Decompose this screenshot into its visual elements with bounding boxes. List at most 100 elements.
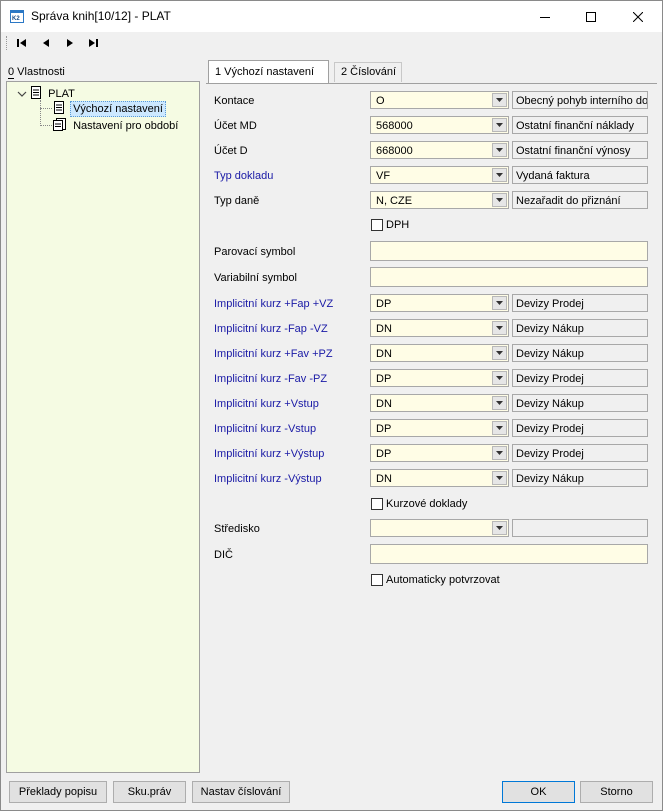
minimize-button[interactable] [522, 1, 568, 32]
preklady-popisu-button[interactable]: Překlady popisu [9, 781, 107, 803]
kurz-vstup-minus-combo[interactable]: DP [370, 419, 509, 437]
kurz-vystup-plus-combo[interactable]: DP [370, 444, 509, 462]
dic-input[interactable] [370, 544, 648, 564]
minimize-icon [540, 16, 550, 18]
dropdown-arrow-icon[interactable] [492, 371, 507, 385]
kontace-label: Kontace [214, 95, 255, 107]
kurz-fap-vz-plus-combo[interactable]: DP [370, 294, 509, 312]
kurz-vstup-minus-label[interactable]: Implicitní kurz -Vstup [214, 423, 316, 435]
kurz-vystup-minus-combo[interactable]: DN [370, 469, 509, 487]
kurz-fav-pz-minus-combo[interactable]: DP [370, 369, 509, 387]
tab-cislovani[interactable]: 2 Číslování [334, 62, 402, 82]
kurz-value: DN [376, 473, 392, 485]
variabilni-symbol-label: Variabilní symbol [214, 272, 297, 284]
tree-root-label: PLAT [48, 87, 75, 100]
tree-node-nastaveni-pro-obdobi[interactable]: Nastavení pro období [53, 118, 180, 134]
last-record-button[interactable] [82, 34, 104, 52]
maximize-button[interactable] [568, 1, 614, 32]
automaticky-potvrzovat-label: Automaticky potvrzovat [386, 574, 500, 586]
dropdown-arrow-icon[interactable] [492, 143, 507, 157]
kurz-vystup-minus-label[interactable]: Implicitní kurz -Výstup [214, 473, 322, 485]
previous-record-button[interactable] [35, 34, 57, 52]
storno-button[interactable]: Storno [580, 781, 653, 803]
kurz-value: DP [376, 373, 392, 385]
kurz-fav-pz-minus-label[interactable]: Implicitní kurz -Fav -PZ [214, 373, 327, 385]
variabilni-symbol-input[interactable] [370, 267, 648, 287]
ok-button[interactable]: OK [502, 781, 575, 803]
ucet-md-combo[interactable]: 568000 [370, 116, 509, 134]
ucet-d-value: 668000 [376, 145, 413, 157]
kurz-vstup-plus-label[interactable]: Implicitní kurz +Vstup [214, 398, 319, 410]
chevron-down-icon[interactable] [17, 89, 27, 99]
ucet-d-label: Účet D [214, 145, 248, 157]
typ-dane-value: N, CZE [376, 195, 413, 207]
checkbox-box[interactable] [371, 574, 383, 586]
checkbox-box[interactable] [371, 498, 383, 510]
kurz-fap-vz-minus-combo[interactable]: DN [370, 319, 509, 337]
parovaci-symbol-label: Parovací symbol [214, 246, 296, 258]
dph-label: DPH [386, 219, 410, 231]
close-button[interactable] [615, 1, 661, 32]
kurz-value: DN [376, 323, 392, 335]
nastav-cislovani-button[interactable]: Nastav číslování [192, 781, 290, 803]
dropdown-arrow-icon[interactable] [492, 346, 507, 360]
tree-node-vychozi-nastaveni[interactable]: Výchozí nastavení [53, 100, 166, 117]
dropdown-arrow-icon[interactable] [492, 471, 507, 485]
kurz-vstup-plus-combo[interactable]: DN [370, 394, 509, 412]
stredisko-label: Středisko [214, 523, 260, 535]
tree-node-plat[interactable]: PLAT [17, 86, 75, 102]
kurz-fap-vz-minus-label[interactable]: Implicitní kurz -Fap -VZ [214, 323, 328, 335]
maximize-icon [586, 11, 596, 22]
kurz-desc: Devizy Nákup [512, 394, 648, 412]
dropdown-arrow-icon[interactable] [492, 521, 507, 535]
next-record-button[interactable] [59, 34, 81, 52]
dropdown-arrow-icon[interactable] [492, 93, 507, 107]
typ-dokladu-value: VF [376, 170, 391, 182]
kurz-value: DP [376, 448, 392, 460]
kurz-value: DP [376, 298, 392, 310]
kontace-combo[interactable]: O [370, 91, 509, 109]
kurz-desc: Devizy Nákup [512, 344, 648, 362]
kurz-vystup-plus-label[interactable]: Implicitní kurz +Výstup [214, 448, 324, 460]
typ-dane-combo[interactable]: N, CZE [370, 191, 509, 209]
dropdown-arrow-icon[interactable] [492, 321, 507, 335]
parovaci-symbol-input[interactable] [370, 241, 648, 261]
k2-app-icon: K2 [9, 8, 25, 24]
typ-dane-desc: Nezařadit do přiznání [512, 191, 648, 209]
next-record-icon [67, 39, 73, 47]
dropdown-arrow-icon[interactable] [492, 193, 507, 207]
kontace-desc: Obecný pohyb interního do [512, 91, 648, 109]
sku-prav-button[interactable]: Sku.práv [113, 781, 186, 803]
ucet-md-value: 568000 [376, 120, 413, 132]
toolbar-grip[interactable] [6, 36, 9, 50]
first-record-button[interactable] [11, 34, 33, 52]
checkbox-box[interactable] [371, 219, 383, 231]
ucet-d-combo[interactable]: 668000 [370, 141, 509, 159]
properties-tree[interactable]: PLAT Výchozí nastavení Nastavení pro obd… [6, 81, 200, 773]
dropdown-arrow-icon[interactable] [492, 118, 507, 132]
kurz-fav-pz-plus-label[interactable]: Implicitní kurz +Fav +PZ [214, 348, 333, 360]
tab-vychozi-nastaveni[interactable]: 1 Výchozí nastavení [208, 60, 329, 84]
kurz-desc: Devizy Nákup [512, 469, 648, 487]
dropdown-arrow-icon[interactable] [492, 168, 507, 182]
dropdown-arrow-icon[interactable] [492, 446, 507, 460]
window-title: Správa knih[10/12] - PLAT [31, 9, 171, 23]
typ-dokladu-combo[interactable]: VF [370, 166, 509, 184]
dropdown-arrow-icon[interactable] [492, 296, 507, 310]
kurzove-doklady-label: Kurzové doklady [386, 498, 468, 510]
ucet-md-desc: Ostatní finanční náklady [512, 116, 648, 134]
kurz-value: DN [376, 348, 392, 360]
stredisko-combo[interactable] [370, 519, 509, 537]
stredisko-desc [512, 519, 648, 537]
kurz-desc: Devizy Nákup [512, 319, 648, 337]
kurz-desc: Devizy Prodej [512, 419, 648, 437]
kurz-desc: Devizy Prodej [512, 369, 648, 387]
kurz-fav-pz-plus-combo[interactable]: DN [370, 344, 509, 362]
kurz-fap-vz-plus-label[interactable]: Implicitní kurz +Fap +VZ [214, 298, 333, 310]
dropdown-arrow-icon[interactable] [492, 396, 507, 410]
typ-dokladu-label[interactable]: Typ dokladu [214, 170, 273, 182]
dropdown-arrow-icon[interactable] [492, 421, 507, 435]
kurz-desc: Devizy Prodej [512, 294, 648, 312]
tree-item-label: Výchozí nastavení [70, 100, 166, 117]
tree-connector [40, 108, 52, 110]
